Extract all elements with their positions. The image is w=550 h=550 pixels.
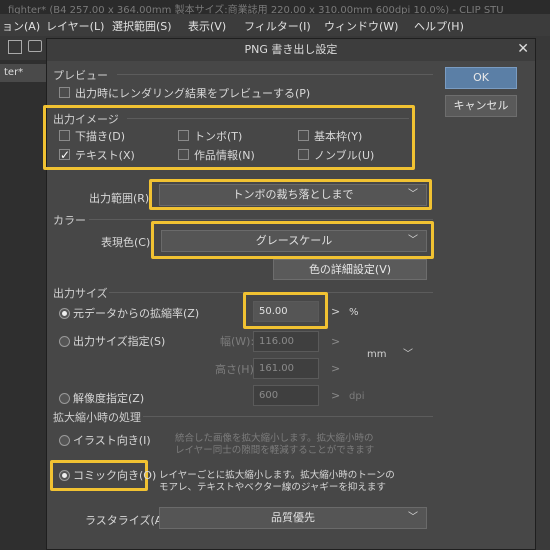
menu-item-layer[interactable]: レイヤー(L) (46, 18, 104, 34)
work-info-checkbox[interactable] (178, 149, 189, 160)
comic-radio[interactable] (59, 470, 70, 481)
dialog-title: PNG 書き出し設定 (244, 43, 338, 56)
resolution-unit: dpi (349, 391, 365, 402)
color-mode-dropdown[interactable]: グレースケール ﹀ (161, 230, 427, 252)
ok-button[interactable]: OK (445, 67, 517, 89)
resolution-radio[interactable] (59, 393, 70, 404)
arrow-right-icon[interactable]: > (331, 305, 340, 318)
output-range-value: トンボの裁ち落としまで (232, 188, 354, 201)
unit-dropdown[interactable]: mm ﹀ (351, 345, 415, 365)
preview-checkbox-label: 出力時にレンダリング結果をプレビューする(P) (75, 87, 311, 100)
section-divider (117, 74, 433, 75)
height-label: 高さ(H): (215, 363, 258, 376)
menu-item-selection[interactable]: 選択範囲(S) (112, 18, 172, 34)
rasterize-value: 品質優先 (271, 511, 315, 524)
basic-frame-checkbox[interactable] (298, 130, 309, 141)
arrow-right-icon[interactable]: > (331, 335, 340, 348)
text-checkbox[interactable]: ✓ (59, 148, 71, 162)
comic-label: コミック向き(O) (73, 469, 157, 482)
scale-radio[interactable] (59, 308, 70, 319)
rough-checkbox[interactable] (59, 130, 70, 141)
menu-item-filter[interactable]: フィルター(I) (244, 18, 311, 34)
close-icon[interactable]: ✕ (517, 41, 529, 57)
new-file-icon[interactable] (8, 40, 22, 54)
illustration-description: 統合した画像を拡大縮小します。拡大縮小時の レイヤー同士の隙間を軽減することがで… (175, 433, 375, 456)
preview-heading: プレビュー (53, 69, 108, 82)
section-divider (89, 219, 433, 220)
scale-label: 元データからの拡縮率(Z) (73, 307, 200, 320)
cancel-button[interactable]: キャンセル (445, 95, 517, 117)
window-title-bar: fighter* (B4 257.00 x 364.00mm 製本サイズ:商業誌… (0, 0, 550, 14)
comic-description: レイヤーごとに拡大縮小します。拡大縮小時のトーンの モアレ、テキストやベクター線… (159, 470, 395, 493)
resolution-label: 解像度指定(Z) (73, 392, 145, 405)
output-size-heading: 出力サイズ (53, 287, 108, 300)
scaling-heading: 拡大縮小時の処理 (53, 411, 141, 424)
work-info-label: 作品情報(N) (194, 149, 255, 162)
crop-marks-label: トンボ(T) (194, 130, 243, 143)
crop-marks-checkbox[interactable] (178, 130, 189, 141)
width-label: 幅(W): (220, 335, 255, 348)
preview-checkbox[interactable] (59, 87, 70, 98)
output-range-label: 出力範囲(R) (89, 192, 150, 205)
section-divider (143, 416, 433, 417)
basic-frame-label: 基本枠(Y) (314, 130, 363, 143)
color-mode-label: 表現色(C) (101, 236, 151, 249)
window-title: fighter* (B4 257.00 x 364.00mm 製本サイズ:商業誌… (8, 5, 504, 14)
output-size-label: 出力サイズ指定(S) (73, 335, 166, 348)
menu-item-view[interactable]: 表示(V) (188, 18, 226, 34)
rasterize-dropdown[interactable]: 品質優先 ﹀ (159, 507, 427, 529)
output-image-heading: 出力イメージ (53, 113, 119, 126)
menu-item-window[interactable]: ウィンドウ(W) (324, 18, 398, 34)
illustration-radio[interactable] (59, 435, 70, 446)
chevron-down-icon: ﹀ (408, 189, 418, 200)
color-detail-button[interactable]: 色の詳細設定(V) (273, 259, 427, 280)
rasterize-label: ラスタライズ(A): (85, 514, 171, 527)
height-input[interactable]: 161.00 (253, 358, 319, 379)
arrow-right-icon[interactable]: > (331, 362, 340, 375)
resolution-input[interactable]: 600 (253, 385, 319, 406)
unit-value: mm (367, 349, 387, 360)
scale-unit: % (349, 307, 359, 318)
page-number-label: ノンブル(U) (314, 149, 375, 162)
canvas-tab-label: ter* (4, 67, 24, 78)
left-panel (0, 60, 46, 550)
png-export-dialog: PNG 書き出し設定 ✕ OK キャンセル プレビュー 出力時にレンダリング結果… (43, 38, 536, 550)
menu-item-help[interactable]: ヘルプ(H) (414, 18, 464, 34)
canvas-tab[interactable]: ter* (0, 64, 46, 82)
page-number-checkbox[interactable] (298, 149, 309, 160)
scale-input[interactable]: 50.00 (253, 301, 319, 322)
checkmark-icon: ✓ (60, 148, 71, 162)
chevron-down-icon: ﹀ (408, 512, 418, 523)
color-heading: カラー (53, 214, 86, 227)
arrow-right-icon[interactable]: > (331, 389, 340, 402)
chevron-down-icon: ﹀ (408, 235, 418, 246)
width-input[interactable]: 116.00 (253, 331, 319, 352)
text-label: テキスト(X) (75, 149, 135, 162)
chevron-down-icon: ﹀ (403, 349, 413, 360)
open-folder-icon[interactable] (28, 40, 42, 52)
dialog-title-bar: PNG 書き出し設定 (47, 39, 535, 61)
menu-item-animation[interactable]: ョン(A) (2, 18, 40, 34)
color-mode-value: グレースケール (255, 234, 333, 247)
illustration-label: イラスト向き(I) (73, 434, 151, 447)
output-size-radio[interactable] (59, 336, 70, 347)
output-range-dropdown[interactable]: トンボの裁ち落としまで ﹀ (159, 184, 427, 206)
rough-label: 下描き(D) (75, 130, 126, 143)
menu-bar: ョン(A) レイヤー(L) 選択範囲(S) 表示(V) フィルター(I) ウィン… (0, 14, 550, 36)
section-divider (127, 118, 409, 119)
